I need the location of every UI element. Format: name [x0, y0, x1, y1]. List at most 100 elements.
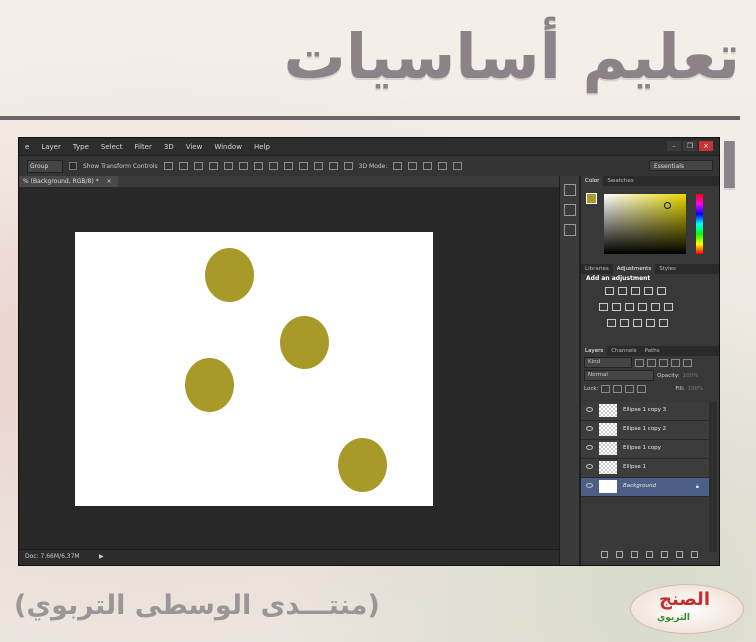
close-button[interactable]: × — [699, 141, 713, 151]
channel-mixer-icon[interactable] — [651, 303, 660, 311]
levels-icon[interactable] — [618, 287, 627, 295]
color-balance-icon[interactable] — [612, 303, 621, 311]
status-menu-arrow-icon[interactable]: ▶ — [99, 553, 104, 560]
restore-button[interactable]: ❐ — [683, 141, 697, 151]
foreground-color-swatch[interactable] — [586, 193, 597, 204]
paragraph-icon[interactable] — [564, 224, 576, 236]
adjustment-layer-icon[interactable] — [646, 551, 653, 558]
layers-scrollbar[interactable] — [709, 402, 717, 552]
distribute-top-icon[interactable] — [253, 162, 263, 170]
3d-slide-icon[interactable] — [438, 162, 448, 170]
gradient-map-icon[interactable] — [646, 319, 655, 327]
lock-transparent-icon[interactable] — [601, 384, 611, 393]
kind-filter-dropdown[interactable]: Kind — [584, 357, 632, 368]
ellipse-1-copy[interactable] — [185, 358, 234, 412]
color-lookup-icon[interactable] — [664, 303, 673, 311]
invert-icon[interactable] — [607, 319, 616, 327]
layer-row[interactable]: Ellipse 1 copy 3 — [581, 402, 709, 421]
align-middle-icon[interactable] — [178, 162, 188, 170]
auto-select-dropdown[interactable]: Group — [27, 159, 63, 173]
3d-scale-icon[interactable] — [453, 162, 463, 170]
tab-layers[interactable]: Layers — [581, 346, 608, 356]
close-tab-icon[interactable]: × — [107, 178, 112, 185]
visibility-eye-icon[interactable] — [586, 407, 593, 412]
fill-value[interactable]: 100% — [688, 386, 704, 392]
menu-3d[interactable]: 3D — [158, 143, 180, 151]
document-tab[interactable]: % (Background, RGB/8) * × — [19, 176, 118, 187]
hue-saturation-icon[interactable] — [599, 303, 608, 311]
tab-swatches[interactable]: Swatches — [603, 176, 637, 186]
hue-slider[interactable] — [696, 194, 703, 254]
3d-roll-icon[interactable] — [408, 162, 418, 170]
filter-shape-icon[interactable] — [671, 358, 680, 367]
lock-image-icon[interactable] — [613, 384, 623, 393]
threshold-icon[interactable] — [633, 319, 642, 327]
visibility-eye-icon[interactable] — [586, 426, 593, 431]
show-transform-checkbox[interactable] — [69, 162, 77, 170]
layer-row[interactable]: Ellipse 1 — [581, 459, 709, 478]
layer-mask-icon[interactable] — [631, 551, 638, 558]
selective-color-icon[interactable] — [659, 319, 668, 327]
tab-paths[interactable]: Paths — [641, 346, 664, 356]
minimize-button[interactable]: – — [667, 141, 681, 151]
align-center-icon[interactable] — [223, 162, 233, 170]
new-layer-icon[interactable] — [676, 551, 683, 558]
trash-icon[interactable] — [691, 551, 698, 558]
distribute-left-icon[interactable] — [298, 162, 308, 170]
align-top-icon[interactable] — [163, 162, 173, 170]
ellipse-1-copy-3[interactable] — [205, 248, 254, 302]
menu-filter[interactable]: Filter — [129, 143, 158, 151]
layer-style-icon[interactable] — [616, 551, 623, 558]
visibility-eye-icon[interactable] — [586, 445, 593, 450]
filter-adjustment-icon[interactable] — [647, 358, 656, 367]
color-picker-marker[interactable] — [664, 202, 671, 209]
group-icon[interactable] — [661, 551, 668, 558]
distribute-center-icon[interactable] — [313, 162, 323, 170]
menu-view[interactable]: View — [180, 143, 209, 151]
tab-styles[interactable]: Styles — [655, 264, 680, 274]
properties-icon[interactable] — [564, 204, 576, 216]
3d-pan-icon[interactable] — [423, 162, 433, 170]
menu-select[interactable]: Select — [95, 143, 129, 151]
black-white-icon[interactable] — [625, 303, 634, 311]
blend-mode-dropdown[interactable]: Normal — [584, 370, 654, 381]
tab-libraries[interactable]: Libraries — [581, 264, 613, 274]
exposure-icon[interactable] — [644, 287, 653, 295]
color-picker-field[interactable] — [604, 194, 686, 254]
3d-rotate-icon[interactable] — [393, 162, 403, 170]
distribute-middle-icon[interactable] — [268, 162, 278, 170]
distribute-right-icon[interactable] — [328, 162, 338, 170]
curves-icon[interactable] — [631, 287, 640, 295]
menu-type[interactable]: Type — [67, 143, 95, 151]
history-icon[interactable] — [564, 184, 576, 196]
layer-row[interactable]: Ellipse 1 copy 2 — [581, 421, 709, 440]
ellipse-1-copy-2[interactable] — [280, 316, 329, 369]
lock-all-icon[interactable] — [637, 384, 647, 393]
visibility-eye-icon[interactable] — [586, 464, 593, 469]
align-left-icon[interactable] — [208, 162, 218, 170]
layer-row-background[interactable]: Background 🔒︎ — [581, 478, 709, 497]
filter-pixel-icon[interactable] — [635, 358, 644, 367]
tab-channels[interactable]: Channels — [607, 346, 640, 356]
distribute-bottom-icon[interactable] — [283, 162, 293, 170]
opacity-value[interactable]: 100% — [683, 373, 699, 379]
tab-color[interactable]: Color — [581, 176, 604, 186]
document-canvas[interactable] — [75, 232, 433, 506]
ellipse-1[interactable] — [338, 438, 387, 492]
filter-type-icon[interactable] — [659, 358, 668, 367]
tab-adjustments[interactable]: Adjustments — [612, 264, 656, 274]
auto-align-icon[interactable] — [343, 162, 353, 170]
menu-layer[interactable]: Layer — [35, 143, 67, 151]
link-layers-icon[interactable] — [601, 551, 608, 558]
visibility-eye-icon[interactable] — [586, 483, 593, 488]
menu-help[interactable]: Help — [248, 143, 276, 151]
align-right-icon[interactable] — [238, 162, 248, 170]
vibrance-icon[interactable] — [657, 287, 666, 295]
workspace-dropdown[interactable]: Essentials — [649, 160, 713, 171]
posterize-icon[interactable] — [620, 319, 629, 327]
align-bottom-icon[interactable] — [193, 162, 203, 170]
brightness-icon[interactable] — [605, 287, 614, 295]
photo-filter-icon[interactable] — [638, 303, 647, 311]
filter-smart-object-icon[interactable] — [683, 358, 692, 367]
lock-position-icon[interactable] — [625, 384, 635, 393]
